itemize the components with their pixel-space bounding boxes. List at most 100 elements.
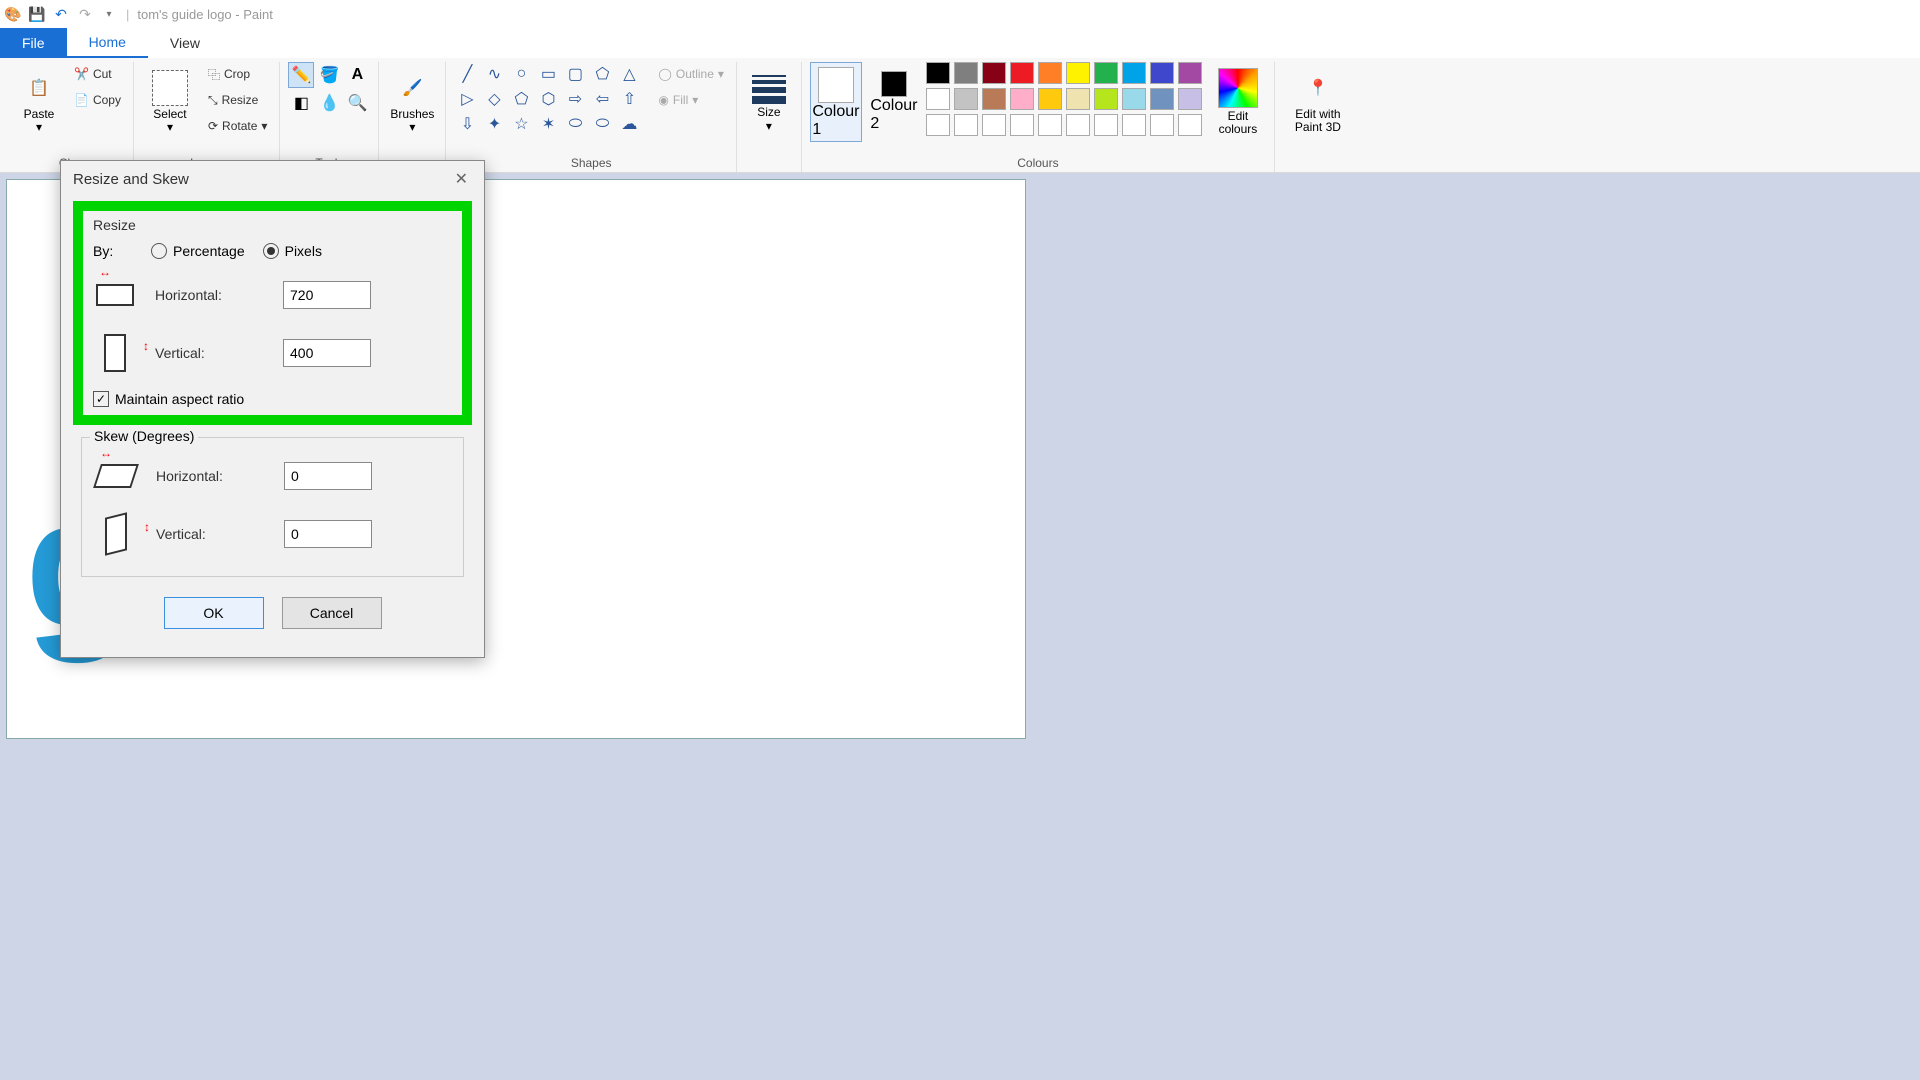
group-paint3d: 📍 Edit with Paint 3D bbox=[1275, 62, 1361, 172]
colour1-button[interactable]: Colour 1 bbox=[810, 62, 862, 142]
group-label-colours: Colours bbox=[1017, 154, 1058, 172]
colour-swatch[interactable] bbox=[926, 88, 950, 110]
colour-swatch[interactable] bbox=[1010, 114, 1034, 136]
colour-swatch[interactable] bbox=[1094, 62, 1118, 84]
window-title: tom's guide logo - Paint bbox=[137, 7, 272, 22]
select-icon bbox=[152, 70, 188, 106]
customize-qat-icon[interactable]: ▾ bbox=[100, 5, 118, 23]
colour-swatch[interactable] bbox=[1150, 62, 1174, 84]
colour-swatch[interactable] bbox=[1038, 114, 1062, 136]
colour-swatch[interactable] bbox=[1122, 88, 1146, 110]
cut-button[interactable]: ✂️Cut bbox=[70, 62, 125, 86]
group-brushes: 🖌️ Brushes▾ bbox=[379, 62, 446, 172]
paint3d-icon: 📍 bbox=[1300, 70, 1336, 106]
save-icon[interactable]: 💾 bbox=[28, 5, 46, 23]
tab-home[interactable]: Home bbox=[67, 28, 148, 58]
outline-icon: ◯ bbox=[658, 67, 671, 81]
skew-v-label: Vertical: bbox=[156, 526, 266, 542]
colour-swatch[interactable] bbox=[1150, 114, 1174, 136]
colour-swatch[interactable] bbox=[1094, 114, 1118, 136]
tab-view[interactable]: View bbox=[148, 28, 222, 58]
colour-swatch[interactable] bbox=[926, 114, 950, 136]
ok-button[interactable]: OK bbox=[164, 597, 264, 629]
redo-icon[interactable]: ↷ bbox=[76, 5, 94, 23]
group-clipboard: 📋 Paste▾ ✂️Cut 📄Copy Cl... bbox=[6, 62, 134, 172]
colour-swatch[interactable] bbox=[982, 62, 1006, 84]
crop-button[interactable]: ⿻Crop bbox=[204, 62, 271, 86]
cancel-button[interactable]: Cancel bbox=[282, 597, 382, 629]
group-size: Size▾ bbox=[737, 62, 802, 172]
rotate-icon: ⟳ bbox=[208, 119, 218, 133]
zoom-tool[interactable]: 🔍 bbox=[344, 90, 370, 116]
close-icon[interactable]: ✕ bbox=[451, 169, 472, 189]
fill-button[interactable]: ◉Fill ▾ bbox=[654, 88, 728, 112]
colour-swatch[interactable] bbox=[1150, 88, 1174, 110]
pencil-tool[interactable]: ✏️ bbox=[288, 62, 314, 88]
tab-file[interactable]: File bbox=[0, 28, 67, 58]
brushes-button[interactable]: 🖌️ Brushes▾ bbox=[387, 62, 437, 142]
resize-vertical-icon: ↕ bbox=[93, 333, 137, 373]
colour-swatch[interactable] bbox=[954, 88, 978, 110]
resize-icon: ⤡ bbox=[208, 93, 218, 108]
colour-swatch[interactable] bbox=[982, 88, 1006, 110]
colour-swatch[interactable] bbox=[1178, 62, 1202, 84]
rainbow-icon bbox=[1218, 68, 1258, 108]
size-icon bbox=[747, 71, 791, 104]
group-tools: ✏️ 🪣 A ◧ 💧 🔍 Tools bbox=[280, 62, 379, 172]
by-label: By: bbox=[93, 243, 133, 259]
colour-swatch[interactable] bbox=[1122, 62, 1146, 84]
shapes-gallery[interactable]: ╱∿○▭▢⬠△ ▷◇⬠⬡⇨⇦⇧ ⇩✦☆✶⬭⬭☁ bbox=[454, 62, 642, 136]
eraser-tool[interactable]: ◧ bbox=[288, 90, 314, 116]
group-colours: Colour 1 Colour 2 Edit colours Colours bbox=[802, 62, 1275, 172]
colour-swatch[interactable] bbox=[1178, 114, 1202, 136]
edit-colours-button[interactable]: Edit colours bbox=[1210, 62, 1266, 142]
group-label-shapes: Shapes bbox=[571, 154, 612, 172]
colour-swatch[interactable] bbox=[954, 114, 978, 136]
colour-palette[interactable] bbox=[926, 62, 1204, 138]
brush-icon: 🖌️ bbox=[394, 70, 430, 106]
copy-button[interactable]: 📄Copy bbox=[70, 88, 125, 112]
title-bar: 🎨 💾 ↶ ↷ ▾ | tom's guide logo - Paint bbox=[0, 0, 1920, 28]
skew-v-input[interactable] bbox=[284, 520, 372, 548]
colour-swatch[interactable] bbox=[1038, 62, 1062, 84]
select-button[interactable]: Select▾ bbox=[142, 62, 198, 142]
resize-h-input[interactable] bbox=[283, 281, 371, 309]
paint3d-button[interactable]: 📍 Edit with Paint 3D bbox=[1283, 62, 1353, 142]
ribbon: 📋 Paste▾ ✂️Cut 📄Copy Cl... Select▾ ⿻Crop… bbox=[0, 58, 1920, 173]
fill-tool[interactable]: 🪣 bbox=[316, 62, 342, 88]
colour-swatch[interactable] bbox=[1038, 88, 1062, 110]
colour-swatch[interactable] bbox=[1178, 88, 1202, 110]
colour2-button[interactable]: Colour 2 bbox=[868, 62, 920, 142]
colour-swatch[interactable] bbox=[926, 62, 950, 84]
radio-percentage[interactable]: Percentage bbox=[151, 243, 245, 259]
colour-swatch[interactable] bbox=[954, 62, 978, 84]
ribbon-tabs: File Home View bbox=[0, 28, 1920, 58]
resize-h-label: Horizontal: bbox=[155, 287, 265, 303]
rotate-button[interactable]: ⟳Rotate ▾ bbox=[204, 114, 271, 138]
picker-tool[interactable]: 💧 bbox=[316, 90, 342, 116]
resize-button[interactable]: ⤡Resize bbox=[204, 88, 271, 112]
colour-swatch[interactable] bbox=[1010, 62, 1034, 84]
text-tool[interactable]: A bbox=[344, 62, 370, 88]
colour-swatch[interactable] bbox=[1066, 88, 1090, 110]
skew-group: Skew (Degrees) ↔ Horizontal: ↕ Vertical: bbox=[81, 437, 464, 577]
radio-pixels[interactable]: Pixels bbox=[263, 243, 322, 259]
skew-legend: Skew (Degrees) bbox=[90, 428, 198, 444]
size-button[interactable]: Size▾ bbox=[745, 62, 793, 142]
outline-button[interactable]: ◯Outline ▾ bbox=[654, 62, 728, 86]
resize-legend: Resize bbox=[93, 217, 452, 233]
colour-swatch[interactable] bbox=[982, 114, 1006, 136]
colour-swatch[interactable] bbox=[1122, 114, 1146, 136]
dialog-title: Resize and Skew bbox=[73, 171, 189, 188]
colour-swatch[interactable] bbox=[1010, 88, 1034, 110]
colour-swatch[interactable] bbox=[1094, 88, 1118, 110]
colour-swatch[interactable] bbox=[1066, 114, 1090, 136]
resize-v-input[interactable] bbox=[283, 339, 371, 367]
undo-icon[interactable]: ↶ bbox=[52, 5, 70, 23]
aspect-ratio-checkbox[interactable]: ✓Maintain aspect ratio bbox=[93, 391, 452, 407]
paste-button[interactable]: 📋 Paste▾ bbox=[14, 62, 64, 142]
skew-h-input[interactable] bbox=[284, 462, 372, 490]
scissors-icon: ✂️ bbox=[74, 67, 89, 81]
resize-skew-dialog: Resize and Skew ✕ Resize By: Percentage … bbox=[60, 160, 485, 658]
colour-swatch[interactable] bbox=[1066, 62, 1090, 84]
